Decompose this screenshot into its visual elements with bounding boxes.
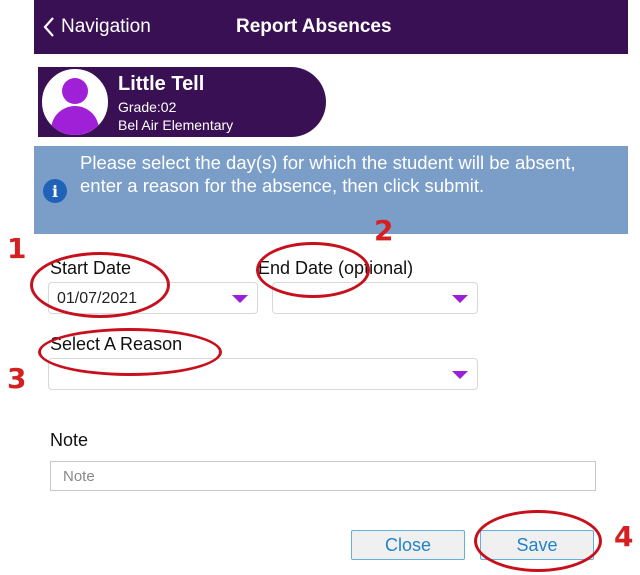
info-banner-text: Please select the day(s) for which the s…	[80, 152, 576, 196]
note-input[interactable]	[50, 461, 596, 491]
annotation-circle-end-date	[256, 242, 370, 298]
student-grade: Grade:02	[118, 99, 177, 115]
caret-down-icon	[452, 371, 468, 379]
annotation-number-1: 1	[7, 232, 27, 265]
info-icon: i	[43, 179, 67, 203]
caret-down-icon	[452, 295, 468, 303]
chevron-left-icon	[43, 17, 54, 37]
person-icon	[40, 67, 110, 137]
student-school: Bel Air Elementary	[118, 117, 234, 133]
back-navigation-label: Navigation	[61, 16, 151, 37]
note-label: Note	[50, 430, 89, 450]
annotation-number-2: 2	[374, 214, 394, 247]
caret-down-icon	[232, 295, 248, 303]
back-navigation-button[interactable]: Navigation	[42, 12, 151, 42]
annotation-circle-reason	[38, 328, 222, 376]
student-name: Little Tell	[118, 73, 205, 95]
annotation-number-3: 3	[7, 362, 27, 395]
page-title: Report Absences	[236, 16, 392, 37]
annotation-number-4: 4	[614, 520, 634, 553]
annotation-circle-save	[474, 510, 602, 572]
annotation-circle-start-date	[30, 252, 170, 318]
close-button[interactable]: Close	[351, 530, 465, 560]
